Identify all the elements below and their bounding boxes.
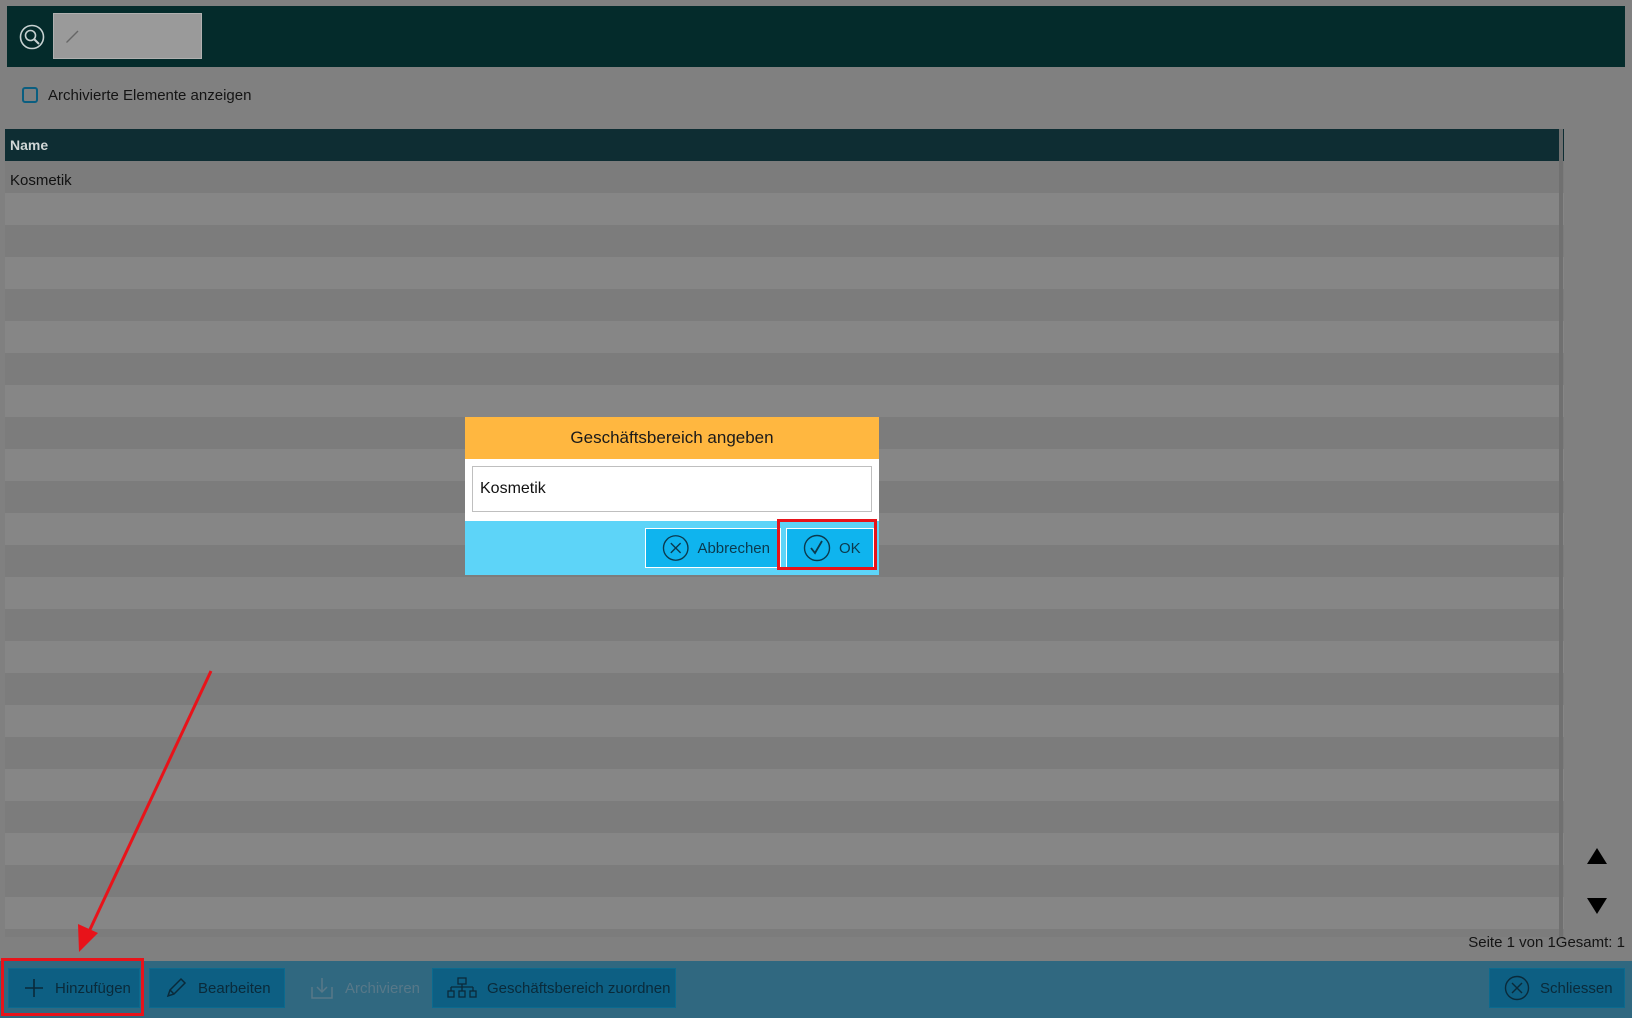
action-toolbar: Hinzufügen Bearbeiten Archivieren Geschä… <box>0 961 1632 1018</box>
show-archived-label: Archivierte Elemente anzeigen <box>48 86 252 104</box>
close-button[interactable]: Schliessen <box>1489 968 1625 1008</box>
archive-button[interactable]: Archivieren <box>294 968 424 1008</box>
business-unit-name-input[interactable] <box>472 466 872 512</box>
pencil-icon <box>66 30 79 43</box>
search-field[interactable] <box>53 13 202 59</box>
pagination-status: Seite 1 von 1Gesamt: 1 <box>1468 934 1625 951</box>
show-archived-checkbox[interactable] <box>22 87 38 103</box>
archive-icon <box>311 978 333 999</box>
arrow-up-icon[interactable] <box>1586 846 1608 866</box>
highlight-box-ok <box>777 519 877 570</box>
archive-button-label: Archivieren <box>345 979 421 997</box>
close-circle-icon <box>662 535 689 561</box>
table-scrollbar[interactable] <box>1559 129 1563 937</box>
dialog-title: Geschäftsbereich angeben <box>465 417 879 459</box>
table-cell-name: Kosmetik <box>10 172 72 189</box>
edit-button[interactable]: Bearbeiten <box>149 968 285 1008</box>
column-header-name[interactable]: Name <box>5 129 1564 161</box>
hierarchy-icon <box>447 977 477 998</box>
edit-button-label: Bearbeiten <box>198 979 271 997</box>
arrow-down-icon[interactable] <box>1586 896 1608 916</box>
assign-business-unit-button[interactable]: Geschäftsbereich zuordnen <box>432 968 676 1008</box>
close-circle-icon <box>1504 975 1530 1001</box>
assign-business-unit-label: Geschäftsbereich zuordnen <box>487 979 671 997</box>
close-button-label: Schliessen <box>1540 979 1613 997</box>
show-archived-toggle[interactable]: Archivierte Elemente anzeigen <box>22 84 251 106</box>
search-icon[interactable] <box>19 24 45 50</box>
cancel-button[interactable]: Abbrechen <box>645 528 781 568</box>
highlight-box-add <box>1 958 144 1016</box>
top-search-bar <box>7 6 1625 67</box>
edit-icon <box>166 977 187 998</box>
search-input[interactable] <box>88 22 193 50</box>
cancel-button-label: Abbrechen <box>697 539 770 557</box>
table-row[interactable]: Kosmetik <box>5 161 1564 201</box>
